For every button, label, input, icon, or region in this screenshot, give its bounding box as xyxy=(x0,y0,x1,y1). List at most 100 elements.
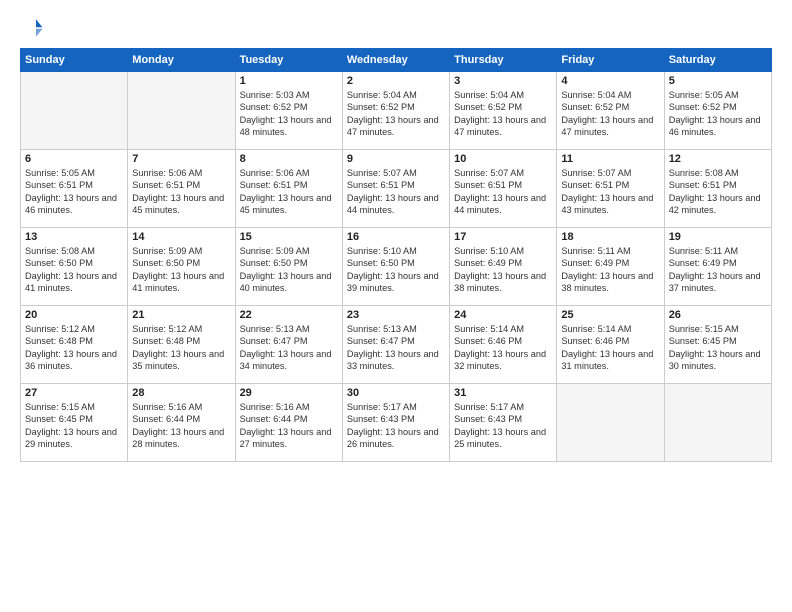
day-info: Sunrise: 5:11 AMSunset: 6:49 PMDaylight:… xyxy=(669,245,767,295)
day-number: 10 xyxy=(454,153,552,165)
calendar-day-14: 14 Sunrise: 5:09 AMSunset: 6:50 PMDayligh… xyxy=(128,228,235,306)
calendar-week-row: 6 Sunrise: 5:05 AMSunset: 6:51 PMDaylight… xyxy=(21,150,772,228)
day-number: 16 xyxy=(347,231,445,243)
calendar-header-row: SundayMondayTuesdayWednesdayThursdayFrid… xyxy=(21,49,772,72)
calendar-day-20: 20 Sunrise: 5:12 AMSunset: 6:48 PMDayligh… xyxy=(21,306,128,384)
calendar-day-17: 17 Sunrise: 5:10 AMSunset: 6:49 PMDayligh… xyxy=(450,228,557,306)
day-info: Sunrise: 5:03 AMSunset: 6:52 PMDaylight:… xyxy=(240,89,338,139)
day-header-wednesday: Wednesday xyxy=(342,49,449,72)
day-header-thursday: Thursday xyxy=(450,49,557,72)
calendar-day-22: 22 Sunrise: 5:13 AMSunset: 6:47 PMDayligh… xyxy=(235,306,342,384)
day-info: Sunrise: 5:17 AMSunset: 6:43 PMDaylight:… xyxy=(454,401,552,451)
day-number: 6 xyxy=(25,153,123,165)
calendar-day-23: 23 Sunrise: 5:13 AMSunset: 6:47 PMDayligh… xyxy=(342,306,449,384)
day-number: 26 xyxy=(669,309,767,321)
calendar-week-row: 13Sunrise: 5:08 AMSunset: 6:50 PMDayligh… xyxy=(21,228,772,306)
calendar-day-7: 7 Sunrise: 5:06 AMSunset: 6:51 PMDaylight… xyxy=(128,150,235,228)
calendar-day-28: 28 Sunrise: 5:16 AMSunset: 6:44 PMDayligh… xyxy=(128,384,235,462)
day-number: 12 xyxy=(669,153,767,165)
calendar-day-4: 4Sunrise: 5:04 AMSunset: 6:52 PMDaylight… xyxy=(557,72,664,150)
day-info: Sunrise: 5:16 AMSunset: 6:44 PMDaylight:… xyxy=(132,401,230,451)
day-number: 27 xyxy=(25,387,123,399)
day-header-friday: Friday xyxy=(557,49,664,72)
calendar-day-empty xyxy=(557,384,664,462)
day-info: Sunrise: 5:15 AMSunset: 6:45 PMDaylight:… xyxy=(25,401,123,451)
day-info: Sunrise: 5:16 AMSunset: 6:44 PMDaylight:… xyxy=(240,401,338,451)
day-number: 13 xyxy=(25,231,123,243)
calendar-day-10: 10 Sunrise: 5:07 AMSunset: 6:51 PMDayligh… xyxy=(450,150,557,228)
day-info: Sunrise: 5:09 AMSunset: 6:50 PMDaylight:… xyxy=(132,245,230,295)
day-info: Sunrise: 5:12 AMSunset: 6:48 PMDaylight:… xyxy=(132,323,230,373)
logo xyxy=(20,16,48,40)
day-info: Sunrise: 5:07 AMSunset: 6:51 PMDaylight:… xyxy=(561,167,659,217)
calendar-day-13: 13Sunrise: 5:08 AMSunset: 6:50 PMDayligh… xyxy=(21,228,128,306)
day-number: 25 xyxy=(561,309,659,321)
day-info: Sunrise: 5:14 AMSunset: 6:46 PMDaylight:… xyxy=(561,323,659,373)
calendar-week-row: 20 Sunrise: 5:12 AMSunset: 6:48 PMDayligh… xyxy=(21,306,772,384)
calendar-day-31: 31 Sunrise: 5:17 AMSunset: 6:43 PMDayligh… xyxy=(450,384,557,462)
day-info: Sunrise: 5:04 AMSunset: 6:52 PMDaylight:… xyxy=(347,89,445,139)
day-number: 17 xyxy=(454,231,552,243)
day-number: 20 xyxy=(25,309,123,321)
day-info: Sunrise: 5:06 AMSunset: 6:51 PMDaylight:… xyxy=(132,167,230,217)
day-number: 15 xyxy=(240,231,338,243)
day-info: Sunrise: 5:13 AMSunset: 6:47 PMDaylight:… xyxy=(347,323,445,373)
day-number: 7 xyxy=(132,153,230,165)
calendar-day-24: 24 Sunrise: 5:14 AMSunset: 6:46 PMDayligh… xyxy=(450,306,557,384)
day-number: 28 xyxy=(132,387,230,399)
day-info: Sunrise: 5:09 AMSunset: 6:50 PMDaylight:… xyxy=(240,245,338,295)
day-number: 24 xyxy=(454,309,552,321)
calendar-day-5: 5Sunrise: 5:05 AMSunset: 6:52 PMDaylight… xyxy=(664,72,771,150)
day-number: 9 xyxy=(347,153,445,165)
calendar-day-25: 25 Sunrise: 5:14 AMSunset: 6:46 PMDayligh… xyxy=(557,306,664,384)
day-info: Sunrise: 5:13 AMSunset: 6:47 PMDaylight:… xyxy=(240,323,338,373)
calendar-day-19: 19 Sunrise: 5:11 AMSunset: 6:49 PMDayligh… xyxy=(664,228,771,306)
day-number: 22 xyxy=(240,309,338,321)
calendar-day-27: 27 Sunrise: 5:15 AMSunset: 6:45 PMDayligh… xyxy=(21,384,128,462)
day-info: Sunrise: 5:17 AMSunset: 6:43 PMDaylight:… xyxy=(347,401,445,451)
calendar-day-18: 18 Sunrise: 5:11 AMSunset: 6:49 PMDayligh… xyxy=(557,228,664,306)
day-info: Sunrise: 5:10 AMSunset: 6:50 PMDaylight:… xyxy=(347,245,445,295)
logo-icon xyxy=(20,16,44,40)
day-info: Sunrise: 5:06 AMSunset: 6:51 PMDaylight:… xyxy=(240,167,338,217)
calendar-day-6: 6 Sunrise: 5:05 AMSunset: 6:51 PMDaylight… xyxy=(21,150,128,228)
day-number: 18 xyxy=(561,231,659,243)
day-number: 30 xyxy=(347,387,445,399)
day-info: Sunrise: 5:11 AMSunset: 6:49 PMDaylight:… xyxy=(561,245,659,295)
calendar-day-3: 3Sunrise: 5:04 AMSunset: 6:52 PMDaylight… xyxy=(450,72,557,150)
day-number: 3 xyxy=(454,75,552,87)
day-info: Sunrise: 5:10 AMSunset: 6:49 PMDaylight:… xyxy=(454,245,552,295)
day-number: 14 xyxy=(132,231,230,243)
day-info: Sunrise: 5:04 AMSunset: 6:52 PMDaylight:… xyxy=(561,89,659,139)
day-number: 19 xyxy=(669,231,767,243)
calendar-week-row: 27 Sunrise: 5:15 AMSunset: 6:45 PMDayligh… xyxy=(21,384,772,462)
calendar-week-row: 1 Sunrise: 5:03 AMSunset: 6:52 PMDaylight… xyxy=(21,72,772,150)
calendar-day-12: 12Sunrise: 5:08 AMSunset: 6:51 PMDayligh… xyxy=(664,150,771,228)
day-number: 2 xyxy=(347,75,445,87)
day-number: 23 xyxy=(347,309,445,321)
day-header-sunday: Sunday xyxy=(21,49,128,72)
day-number: 11 xyxy=(561,153,659,165)
day-info: Sunrise: 5:07 AMSunset: 6:51 PMDaylight:… xyxy=(347,167,445,217)
calendar-day-8: 8 Sunrise: 5:06 AMSunset: 6:51 PMDaylight… xyxy=(235,150,342,228)
day-number: 21 xyxy=(132,309,230,321)
day-number: 31 xyxy=(454,387,552,399)
day-info: Sunrise: 5:07 AMSunset: 6:51 PMDaylight:… xyxy=(454,167,552,217)
calendar-day-30: 30 Sunrise: 5:17 AMSunset: 6:43 PMDayligh… xyxy=(342,384,449,462)
day-info: Sunrise: 5:15 AMSunset: 6:45 PMDaylight:… xyxy=(669,323,767,373)
calendar-day-21: 21 Sunrise: 5:12 AMSunset: 6:48 PMDayligh… xyxy=(128,306,235,384)
day-info: Sunrise: 5:05 AMSunset: 6:52 PMDaylight:… xyxy=(669,89,767,139)
day-number: 8 xyxy=(240,153,338,165)
day-header-tuesday: Tuesday xyxy=(235,49,342,72)
day-number: 1 xyxy=(240,75,338,87)
day-info: Sunrise: 5:05 AMSunset: 6:51 PMDaylight:… xyxy=(25,167,123,217)
calendar-table: SundayMondayTuesdayWednesdayThursdayFrid… xyxy=(20,48,772,462)
calendar-day-11: 11 Sunrise: 5:07 AMSunset: 6:51 PMDayligh… xyxy=(557,150,664,228)
calendar-day-empty xyxy=(128,72,235,150)
calendar-day-9: 9 Sunrise: 5:07 AMSunset: 6:51 PMDaylight… xyxy=(342,150,449,228)
calendar-page: SundayMondayTuesdayWednesdayThursdayFrid… xyxy=(0,0,792,612)
day-info: Sunrise: 5:12 AMSunset: 6:48 PMDaylight:… xyxy=(25,323,123,373)
calendar-day-15: 15 Sunrise: 5:09 AMSunset: 6:50 PMDayligh… xyxy=(235,228,342,306)
day-info: Sunrise: 5:14 AMSunset: 6:46 PMDaylight:… xyxy=(454,323,552,373)
calendar-day-1: 1 Sunrise: 5:03 AMSunset: 6:52 PMDaylight… xyxy=(235,72,342,150)
